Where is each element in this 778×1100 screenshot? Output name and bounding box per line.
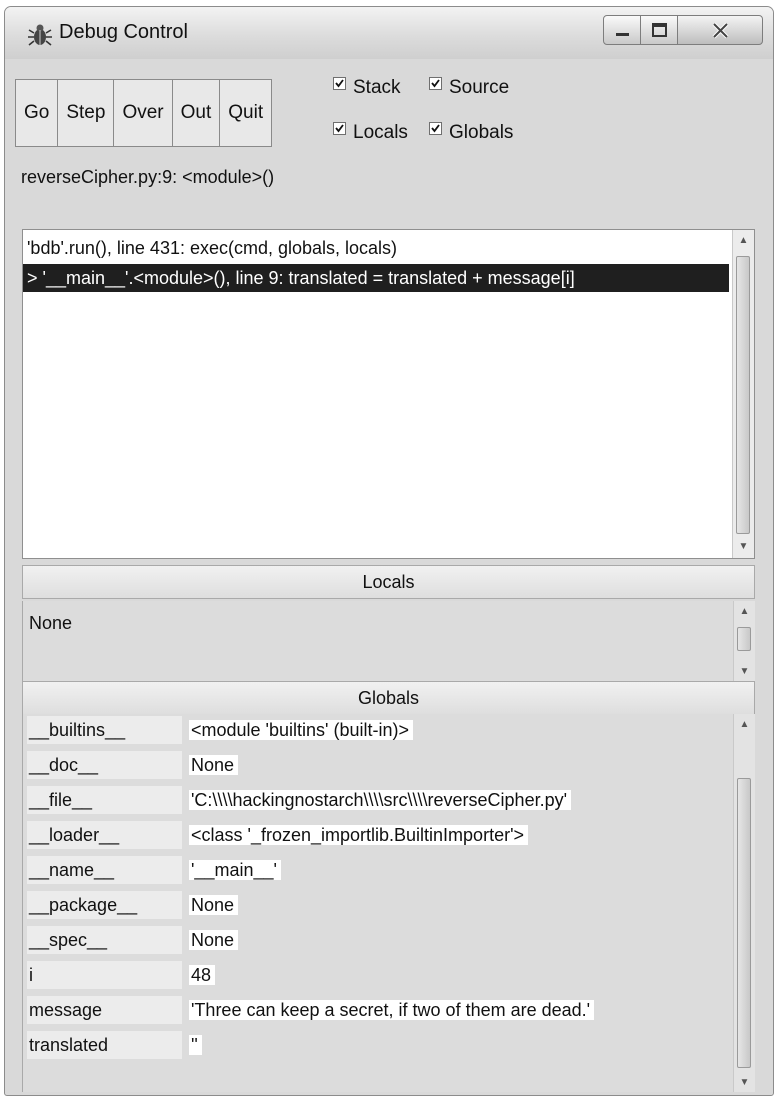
global-variable-row: i 48: [23, 961, 733, 993]
close-icon: [712, 22, 729, 39]
scroll-down-icon[interactable]: ▼: [733, 538, 754, 556]
variable-value: '__main__': [189, 856, 281, 884]
locals-value: None: [29, 613, 73, 633]
variable-value: 'Three can keep a secret, if two of them…: [189, 996, 595, 1024]
locals-check-icon: [333, 121, 346, 135]
quit-button[interactable]: Quit: [219, 79, 273, 147]
variable-value: 'C:\\\\hackingnostarch\\\\src\\\\reverse…: [189, 786, 572, 814]
stack-frame-row-selected[interactable]: > '__main__'.<module>(), line 9: transla…: [23, 264, 729, 292]
variable-value: '': [189, 1031, 202, 1059]
global-variable-row: __package__ None: [23, 891, 733, 923]
locals-panel[interactable]: None ▲ ▼: [22, 601, 755, 681]
out-button[interactable]: Out: [171, 79, 221, 147]
variable-value: <class '_frozen_importlib.BuiltinImporte…: [189, 821, 529, 849]
global-variable-row: __file__ 'C:\\\\hackingnostarch\\\\src\\…: [23, 786, 733, 818]
scroll-up-icon[interactable]: ▲: [734, 603, 755, 621]
source-check-icon: [429, 76, 442, 90]
step-button-group: Go Step Over Out Quit: [15, 79, 273, 147]
maximize-icon: [652, 23, 667, 37]
globals-scrollbar[interactable]: ▲ ▼: [733, 714, 755, 1092]
global-variable-row: message 'Three can keep a secret, if two…: [23, 996, 733, 1028]
locals-scrollbar[interactable]: ▲ ▼: [733, 601, 755, 681]
window-title: Debug Control: [59, 21, 188, 43]
variable-name: __builtins__: [27, 716, 182, 744]
global-variable-row: __loader__ <class '_frozen_importlib.Bui…: [23, 821, 733, 853]
variable-name: message: [27, 996, 182, 1024]
close-button[interactable]: [677, 15, 763, 45]
stack-list[interactable]: 'bdb'.run(), line 431: exec(cmd, globals…: [22, 229, 755, 559]
scroll-down-icon[interactable]: ▼: [734, 663, 755, 681]
debug-controls: Go Step Over Out Quit Stack Source Local…: [5, 59, 773, 227]
global-variable-row: __builtins__ <module 'builtins' (built-i…: [23, 716, 733, 748]
locals-header: Locals: [22, 565, 755, 599]
variable-name: __spec__: [27, 926, 182, 954]
globals-header: Globals: [22, 681, 755, 715]
locals-scroll-thumb[interactable]: [737, 627, 751, 651]
stack-scrollbar[interactable]: ▲ ▼: [732, 230, 754, 558]
go-button[interactable]: Go: [15, 79, 59, 147]
variable-value: None: [189, 926, 239, 954]
source-checkbox-label: Source: [449, 77, 510, 98]
stack-check-icon: [333, 76, 346, 90]
globals-scroll-thumb[interactable]: [737, 778, 751, 1068]
variable-name: __name__: [27, 856, 182, 884]
stack-scroll-thumb[interactable]: [736, 256, 750, 534]
variable-value: 48: [189, 961, 216, 989]
variable-value: None: [189, 891, 239, 919]
minimize-icon: [616, 33, 629, 36]
scroll-up-icon[interactable]: ▲: [734, 716, 755, 734]
global-variable-row: translated '': [23, 1031, 733, 1063]
source-checkbox[interactable]: Source: [429, 76, 510, 99]
over-button[interactable]: Over: [113, 79, 173, 147]
globals-panel[interactable]: __builtins__ <module 'builtins' (built-i…: [22, 714, 755, 1092]
minimize-button[interactable]: [603, 15, 641, 45]
debugger-bug-icon: [27, 22, 53, 48]
variable-name: __doc__: [27, 751, 182, 779]
title-bar[interactable]: Debug Control: [5, 7, 773, 60]
locals-checkbox[interactable]: Locals: [333, 121, 408, 144]
locals-checkbox-label: Locals: [353, 122, 408, 143]
global-variable-row: __name__ '__main__': [23, 856, 733, 888]
scroll-down-icon[interactable]: ▼: [734, 1074, 755, 1092]
scroll-up-icon[interactable]: ▲: [733, 232, 754, 250]
global-variable-row: __doc__ None: [23, 751, 733, 783]
step-button[interactable]: Step: [57, 79, 115, 147]
current-location-status: reverseCipher.py:9: <module>(): [21, 167, 275, 187]
variable-name: __package__: [27, 891, 182, 919]
variable-name: i: [27, 961, 182, 989]
stack-frame-row[interactable]: 'bdb'.run(), line 431: exec(cmd, globals…: [23, 234, 729, 262]
globals-check-icon: [429, 121, 442, 135]
global-variable-row: __spec__ None: [23, 926, 733, 958]
maximize-button[interactable]: [640, 15, 678, 45]
variable-name: translated: [27, 1031, 182, 1059]
variable-value: <module 'builtins' (built-in)>: [189, 716, 413, 744]
variable-name: __file__: [27, 786, 182, 814]
stack-checkbox[interactable]: Stack: [333, 76, 401, 99]
globals-checkbox[interactable]: Globals: [429, 121, 514, 144]
variable-name: __loader__: [27, 821, 182, 849]
stack-checkbox-label: Stack: [353, 77, 401, 98]
debug-control-window: Debug Control Go Step Over Out Quit Stac…: [4, 6, 774, 1096]
globals-checkbox-label: Globals: [449, 122, 514, 143]
variable-value: None: [189, 751, 239, 779]
